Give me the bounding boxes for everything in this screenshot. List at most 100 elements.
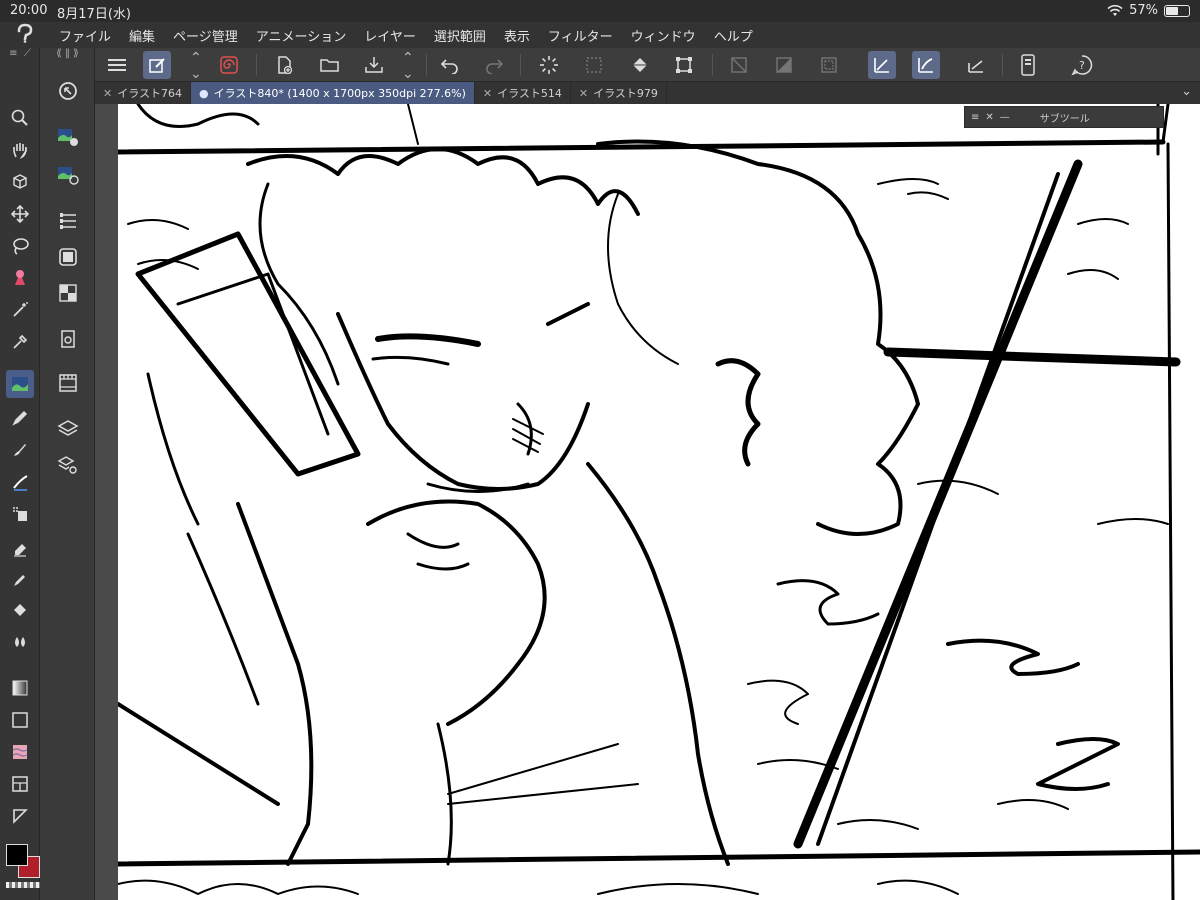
- menu-item-7[interactable]: フィルター: [539, 26, 622, 45]
- fill-bucket-icon[interactable]: [626, 51, 654, 79]
- layers-icon[interactable]: [53, 414, 83, 444]
- menu-item-6[interactable]: 表示: [495, 26, 539, 45]
- tab-illust-764[interactable]: ✕ イラスト764: [95, 82, 191, 104]
- menu-item-2[interactable]: ページ管理: [164, 26, 247, 45]
- color-set-icon[interactable]: [53, 278, 83, 308]
- menu-item-1[interactable]: 編集: [120, 26, 164, 45]
- minimize-icon[interactable]: —: [1000, 112, 1010, 123]
- ruler-icon[interactable]: [6, 770, 34, 798]
- sub-panel-header[interactable]: ⟪ ‖ ⟫: [40, 48, 95, 68]
- battery-icon: [1164, 4, 1190, 17]
- menu-item-0[interactable]: ファイル: [50, 26, 120, 45]
- perspective-ruler-icon[interactable]: [962, 51, 990, 79]
- wifi-icon: [1107, 4, 1123, 16]
- timeline-icon[interactable]: [53, 368, 83, 398]
- close-icon[interactable]: ✕: [483, 87, 492, 100]
- chevron-updown-icon[interactable]: ⌃ ⌄: [402, 50, 414, 82]
- tab-illust-514[interactable]: ✕ イラスト514: [475, 82, 571, 104]
- navigator-icon[interactable]: [53, 76, 83, 106]
- pencil-icon[interactable]: [6, 404, 34, 432]
- fill-tool-icon[interactable]: [6, 596, 34, 624]
- status-date: 8月17日(水): [57, 7, 131, 22]
- blend-icon[interactable]: [6, 628, 34, 656]
- svg-text:?: ?: [1079, 59, 1085, 72]
- tab-bar: ✕ イラスト764 ● イラスト840* (1400 x 1700px 350dpi…: [95, 82, 1200, 104]
- border-icon[interactable]: [815, 51, 843, 79]
- layer-property-icon[interactable]: [53, 206, 83, 236]
- move-icon[interactable]: [6, 200, 34, 228]
- color-wheel-icon[interactable]: [53, 242, 83, 272]
- main-color[interactable]: [6, 844, 28, 866]
- drawing-canvas[interactable]: [118, 104, 1200, 900]
- tab-illust-840[interactable]: ● イラスト840* (1400 x 1700px 350dpi 277.6%): [191, 82, 475, 104]
- menu-item-4[interactable]: レイヤー: [355, 26, 425, 45]
- canvas-margin: [95, 104, 118, 900]
- brush-snap-icon[interactable]: [912, 51, 940, 79]
- hand-icon[interactable]: [6, 136, 34, 164]
- palette-menu-icon[interactable]: ≡: [971, 112, 979, 123]
- magic-wand-icon[interactable]: [6, 296, 34, 324]
- subtool-palette-title: サブツール: [1039, 113, 1090, 125]
- tab-illust-979[interactable]: ✕ イラスト979: [571, 82, 667, 104]
- menu-item-9[interactable]: ヘルプ: [705, 26, 762, 45]
- tool-panel-header[interactable]: ≡ ⟋: [0, 48, 40, 68]
- gradient-icon[interactable]: [6, 674, 34, 702]
- zoom-icon[interactable]: [6, 104, 34, 132]
- separator: [426, 54, 427, 76]
- object-select-icon[interactable]: [6, 168, 34, 196]
- auto-select-icon[interactable]: [6, 264, 34, 292]
- close-icon[interactable]: ✕: [579, 87, 588, 100]
- fill-pen-icon[interactable]: [6, 566, 34, 594]
- edit-pen-icon[interactable]: [143, 51, 171, 79]
- brush-icon[interactable]: [6, 436, 34, 464]
- battery-fill: [1166, 6, 1178, 15]
- help-icon[interactable]: ?: [1068, 51, 1096, 79]
- tool-panel: ≡ ⟋: [0, 48, 40, 900]
- spiral-icon[interactable]: [215, 51, 243, 79]
- transparent-color[interactable]: [6, 882, 40, 888]
- eyedropper-icon[interactable]: [6, 328, 34, 356]
- new-file-icon[interactable]: [270, 51, 298, 79]
- save-icon[interactable]: [360, 51, 388, 79]
- ruler-snap-icon[interactable]: [868, 51, 896, 79]
- undo-icon[interactable]: [436, 51, 464, 79]
- separator: [520, 54, 521, 76]
- brush-size-icon[interactable]: [53, 160, 83, 190]
- decoration-icon[interactable]: [6, 500, 34, 528]
- tool-property-icon[interactable]: [53, 122, 83, 152]
- chevron-down-icon[interactable]: ⌄: [1181, 84, 1192, 99]
- layer-search-icon[interactable]: [53, 450, 83, 480]
- hide-selection-icon[interactable]: [725, 51, 753, 79]
- close-icon[interactable]: ✕: [103, 87, 112, 100]
- menu-icon[interactable]: [103, 51, 131, 79]
- eraser-icon[interactable]: [6, 534, 34, 562]
- chevron-updown-icon[interactable]: ⌃ ⌄: [190, 50, 202, 82]
- frame-border-icon[interactable]: [6, 738, 34, 766]
- close-icon[interactable]: ✕: [985, 112, 993, 123]
- battery-percent: 57%: [1129, 3, 1158, 18]
- menu-item-5[interactable]: 選択範囲: [425, 26, 495, 45]
- half-tone-icon[interactable]: [770, 51, 798, 79]
- menu-item-8[interactable]: ウィンドウ: [622, 26, 705, 45]
- sketch-artwork: [118, 104, 1200, 900]
- unsaved-dot-icon: ●: [199, 86, 209, 100]
- device-icon[interactable]: [1014, 51, 1042, 79]
- color-swatch[interactable]: [2, 840, 42, 890]
- subtool-palette[interactable]: ≡ ✕ — サブツール: [964, 106, 1164, 128]
- transform-icon[interactable]: [670, 51, 698, 79]
- airbrush-icon[interactable]: [6, 468, 34, 496]
- status-time: 20:00: [10, 3, 48, 18]
- figure-icon[interactable]: [6, 706, 34, 734]
- loading-spinner-icon[interactable]: [535, 51, 563, 79]
- redo-icon[interactable]: [480, 51, 508, 79]
- text-icon[interactable]: [6, 802, 34, 830]
- material-icon[interactable]: [53, 324, 83, 354]
- clear-selection-icon[interactable]: [580, 51, 608, 79]
- app-logo-icon[interactable]: [0, 23, 50, 48]
- menu-item-3[interactable]: アニメーション: [247, 26, 355, 45]
- pen-tool-icon[interactable]: [6, 370, 34, 398]
- command-bar: ⌃ ⌄ ⌃ ⌄ ?: [0, 48, 1200, 82]
- menu-bar: ファイル 編集 ページ管理 アニメーション レイヤー 選択範囲 表示 フィルター ウィンドウ ヘル…: [0, 22, 1200, 48]
- open-folder-icon[interactable]: [316, 51, 344, 79]
- lasso-icon[interactable]: [6, 232, 34, 260]
